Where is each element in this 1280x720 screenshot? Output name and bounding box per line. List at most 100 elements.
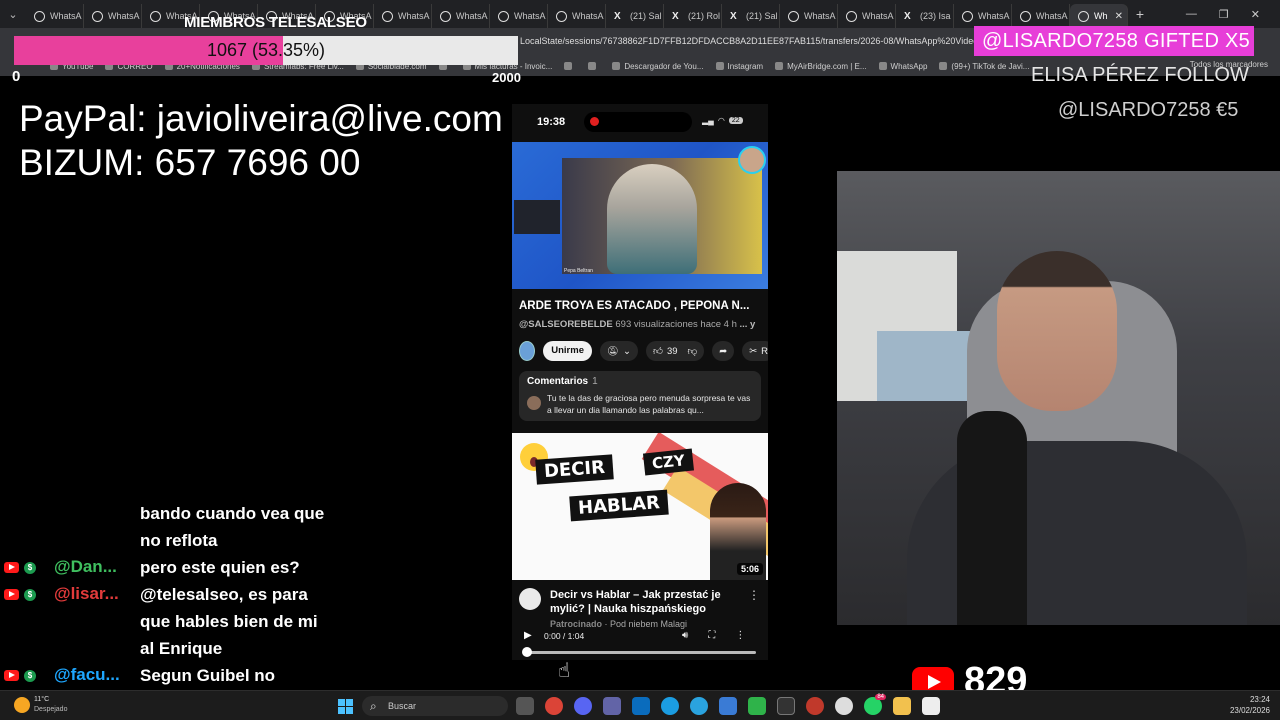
tab-label: WhatsA [1036,11,1068,21]
maximize-icon[interactable]: ❐ [1219,8,1229,21]
mouse-cursor-icon: ☝ [558,660,571,682]
more-vertical-icon[interactable]: ⋮ [748,588,760,602]
tab-search-button[interactable]: ⌄ [0,0,26,28]
tab-14[interactable]: WhatsA [838,4,896,28]
video-1-meta: @SALSEOREBELDE 693 visualizaciones hace … [519,319,768,330]
new-tab-button[interactable]: + [1128,6,1152,22]
video-2-title[interactable]: Decir vs Hablar – Jak przestać je mylić?… [550,588,750,616]
chat-username[interactable]: @facu... [54,665,120,685]
chat-text: @telesalseo, es para [140,585,308,604]
tab-12[interactable]: X (21) Sal [722,4,780,28]
time-ago: hace 4 h [700,319,737,330]
tab-list: WhatsA WhatsA WhatsA WhatsA WhatsA WhatsA What… [26,0,1070,28]
tab-1[interactable]: WhatsA [84,4,142,28]
chat-username[interactable]: @lisar... [54,584,119,604]
tab-11[interactable]: X (21) Rol [664,4,722,28]
outlook-icon[interactable] [632,697,650,715]
tab-label: (21) Rol [688,11,721,21]
seek-handle[interactable] [522,647,532,657]
bookmark-8[interactable] [588,62,600,70]
tab-9[interactable]: WhatsA [548,4,606,28]
tab-13[interactable]: WhatsA [780,4,838,28]
bookmark-12[interactable]: WhatsApp [878,62,927,71]
channel-name[interactable]: @SALSEOREBELDE [519,319,613,330]
bookmark-11[interactable]: MyAirBridge.com | E... [775,62,867,71]
video-thumbnail-1[interactable]: Pepa Beltran [512,142,768,289]
tab-16[interactable]: WhatsA [954,4,1012,28]
fullscreen-icon[interactable]: ⛶ [708,630,715,641]
bookmark-13[interactable]: (99+) TikTok de Javi... [939,62,1029,71]
members-progress-bar: 1067 (53.35%) [14,36,518,65]
more-vertical-icon[interactable]: ⋮ [735,630,745,641]
chrome-profile-icon[interactable] [835,697,853,715]
tab-label: (21) Sal [630,11,662,21]
notifications-button[interactable]: 🔕︎ ⌄ [599,341,639,361]
whatsapp-icon[interactable]: 84 [864,694,886,715]
bookmark-9[interactable]: Descargador de You... [612,62,704,71]
green-app-icon[interactable] [748,697,766,715]
app-icon[interactable] [806,697,824,715]
close-icon[interactable]: ✕ [1115,11,1123,22]
tab-8[interactable]: WhatsA [490,4,548,28]
obs-icon[interactable] [777,697,795,715]
minimize-icon[interactable]: — [1186,8,1197,21]
more-link[interactable]: ... y [740,319,756,330]
thumb-word-hablar: HABLAR [569,489,669,522]
tab-10[interactable]: X (21) Sal [606,4,664,28]
clock-date[interactable]: 23/02/2026 [1222,706,1270,715]
play-icon[interactable]: ▶ [524,630,532,641]
tab-0[interactable]: WhatsA [26,4,84,28]
video-duration: 5:06 [736,563,763,575]
taskbar-search[interactable]: Buscar [362,696,508,716]
teams-icon[interactable] [603,697,621,715]
tab-15[interactable]: X (23) Isa [896,4,954,28]
bookmark-icon [715,62,724,70]
tab-active[interactable]: Wh ✕ [1070,4,1128,28]
remix-button[interactable]: ✂ R [742,341,768,361]
chat-message: $ @lisar... @telesalseo, es para que hables… [0,581,380,662]
task-view-icon[interactable] [516,697,534,715]
view-count: 693 visualizaciones [615,319,698,330]
clock-time[interactable]: 23:24 [1236,695,1270,704]
tab-7[interactable]: WhatsA [432,4,490,28]
channel-avatar[interactable] [519,588,541,610]
windows-start-icon[interactable] [338,699,353,714]
folder-icon[interactable] [893,697,911,715]
wifi-icon: ◠ [717,116,725,125]
close-window-icon[interactable]: ✕ [1251,8,1260,21]
chrome-icon[interactable] [545,697,563,715]
video-thumbnail-2[interactable]: DECIR CZY HABLAR 5:06 [512,433,768,580]
webcam-monitor [877,331,977,401]
edge-icon[interactable] [661,697,679,715]
weather-icon[interactable] [14,697,30,713]
seek-bar[interactable] [526,651,756,654]
join-button[interactable]: Unirme [543,341,592,361]
tab-label: WhatsA [108,11,140,21]
window-controls: — ❐ ✕ [1186,8,1280,21]
discord-icon[interactable] [574,697,592,715]
channel-avatar[interactable] [519,341,536,361]
thumbnail-side-panel [514,200,560,234]
bookmark-label: (99+) TikTok de Javi... [951,61,1030,71]
volume-icon[interactable]: 🔊︎ [682,630,688,641]
network-icon[interactable] [719,697,737,715]
snipping-icon[interactable] [922,697,940,715]
chevron-down-icon: ⌄ [8,8,18,21]
tab-label: WhatsA [456,11,488,21]
video-1-title[interactable]: ARDE TROYA ES ATACADO , PEPONA N... [519,300,763,312]
chat-username[interactable]: @Dan... [54,557,117,577]
comments-panel[interactable]: Comentarios 1 Tu te la das de graciosa pe… [519,371,761,421]
share-button[interactable]: ➦ [712,341,735,361]
bookmark-7[interactable] [564,62,576,70]
bookmark-10[interactable]: Instagram [715,62,763,71]
like-button[interactable]: 👍︎ 39 👎︎ [646,341,705,361]
video-actions: Unirme 🔕︎ ⌄ 👍︎ 39 👎︎ ➦ ✂ R [519,339,768,363]
webcam-microphone [957,411,1027,625]
tab-17[interactable]: WhatsA [1012,4,1070,28]
thumbs-down-icon[interactable]: 👎︎ [688,345,698,357]
telegram-icon[interactable] [690,697,708,715]
url-field[interactable]: LocalState/sessions/76738862F1D7FFB12DFD… [520,36,978,46]
tab-6[interactable]: WhatsA [374,4,432,28]
chat-text: no reflota [140,531,218,550]
thumbnail-person [607,164,697,274]
